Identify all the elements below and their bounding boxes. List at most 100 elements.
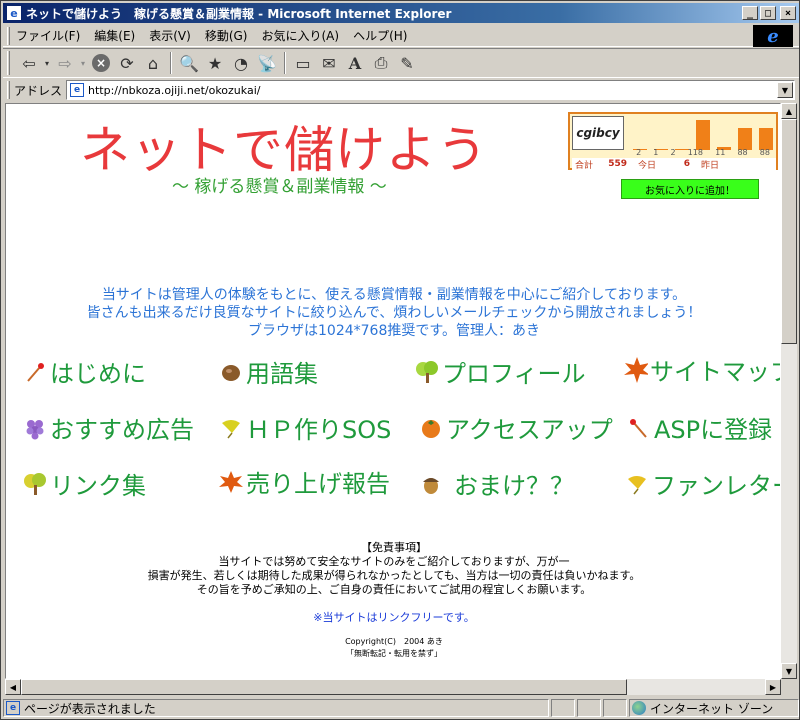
address-input[interactable]: e http://nbkoza.ojiji.net/okozukai/ ▼ — [66, 80, 795, 100]
toolbar-separator — [170, 52, 172, 74]
nav-links[interactable]: リンク集 — [22, 466, 146, 501]
menu-go[interactable]: 移動(G) — [205, 27, 248, 44]
fullscreen-icon[interactable]: ▭ — [290, 51, 316, 75]
mail-icon[interactable]: ✉ — [316, 51, 342, 75]
ie-page-icon: e — [6, 5, 22, 21]
nav-yougoshu[interactable]: 用語集 — [218, 354, 318, 389]
refresh-icon[interactable]: ⟳ — [114, 51, 140, 75]
nav-label: ＨＰ作りSOS — [246, 416, 392, 444]
title-bar: e ネットで儲けよう 稼げる懸賞＆副業情報 - Microsoft Intern… — [3, 3, 799, 23]
counter-today-label: 今日 — [638, 160, 657, 171]
access-counter[interactable]: cgibcy 2 1 2 118 11 88 88 合計 559 今日 6 昨日 — [568, 112, 778, 171]
ie-logo-icon: e — [753, 25, 793, 47]
history-icon[interactable]: ◔ — [228, 51, 254, 75]
address-grip[interactable] — [7, 81, 10, 99]
address-url[interactable]: http://nbkoza.ojiji.net/okozukai/ — [88, 84, 777, 97]
toolbar: ⇦ ▾ ⇨ ▾ × ⟳ ⌂ 🔍 ★ ◔ 📡 ▭ ✉ A ⎙ ✎ — [3, 48, 799, 78]
maximize-button[interactable]: □ — [760, 6, 776, 20]
menu-favorites[interactable]: お気に入り(A) — [261, 27, 339, 44]
close-button[interactable]: × — [780, 6, 796, 20]
menu-bar: ファイル(F) 編集(E) 表示(V) 移動(G) お気に入り(A) ヘルプ(H… — [3, 25, 799, 47]
status-text: ページが表示されました — [24, 701, 156, 716]
disclaimer: 【免責事項】 当サイトでは努めて安全なサイトのみをご紹介しておりますが、万が一 … — [6, 541, 780, 597]
disclaimer-line: 当サイトでは努めて安全なサイトのみをご紹介しておりますが、万が一 — [218, 555, 570, 568]
ginkgo-leaf-icon — [624, 471, 650, 497]
tree-icon — [414, 359, 440, 385]
menu-grip[interactable] — [7, 26, 10, 45]
add-favorite-button[interactable]: お気に入りに追加！ — [621, 179, 759, 199]
menu-edit[interactable]: 編集(E) — [94, 27, 135, 44]
counter-logo: cgibcy — [572, 116, 624, 150]
menu-file[interactable]: ファイル(F) — [16, 27, 80, 44]
counter-day-number: 11 — [715, 148, 726, 157]
nav-access-up[interactable]: アクセスアップ — [418, 410, 613, 445]
security-zone: インターネット ゾーン — [629, 699, 799, 717]
counter-total-value: 559 — [608, 159, 628, 169]
counter-day-number: 2 — [636, 148, 642, 157]
scroll-left-icon[interactable]: ◀ — [5, 679, 21, 695]
copyright-line: Copyright(C) 2004 あき — [345, 637, 443, 646]
menu-help[interactable]: ヘルプ(H) — [353, 27, 407, 44]
scroll-right-icon[interactable]: ▶ — [765, 679, 781, 695]
grapes-icon — [22, 415, 48, 441]
matchstick-icon — [22, 359, 48, 385]
globe-icon — [632, 701, 646, 715]
counter-day-number: 1 — [653, 148, 659, 157]
font-icon[interactable]: A — [342, 51, 368, 75]
back-dropdown-icon[interactable]: ▾ — [42, 51, 52, 75]
persimmon-icon — [418, 415, 444, 441]
nav-hajimeni[interactable]: はじめに — [22, 354, 146, 389]
toolbar-grip[interactable] — [7, 51, 10, 75]
nav-omake[interactable]: おまけ？？ — [418, 466, 574, 501]
nav-fanletter[interactable]: ファンレター — [624, 466, 780, 501]
nav-hp-sos[interactable]: ＨＰ作りSOS — [218, 410, 391, 445]
channels-icon[interactable]: 📡 — [254, 51, 280, 75]
print-icon[interactable]: ⎙ — [368, 51, 394, 75]
counter-total-label: 合計 — [575, 160, 594, 171]
minimize-button[interactable]: _ — [742, 6, 758, 20]
vertical-scrollbar[interactable]: ▲ ▼ — [781, 103, 797, 679]
nav-osusume[interactable]: おすすめ広告 — [22, 410, 194, 445]
scroll-corner — [781, 679, 797, 695]
nav-sales-report[interactable]: 売り上げ報告 — [218, 464, 390, 499]
forward-dropdown-icon[interactable]: ▾ — [78, 51, 88, 75]
address-dropdown-icon[interactable]: ▼ — [777, 82, 793, 98]
edit-icon[interactable]: ✎ — [394, 51, 420, 75]
nav-label: リンク集 — [50, 472, 146, 500]
nav-label: アクセスアップ — [446, 416, 613, 444]
status-bar: e ページが表示されました インターネット ゾーン — [3, 698, 799, 718]
nav-sitemap[interactable]: サイトマップ — [622, 352, 781, 387]
status-message: e ページが表示されました — [3, 699, 549, 717]
horizontal-scrollbar[interactable]: ◀ ▶ — [5, 679, 781, 695]
nav-label: 売り上げ報告 — [246, 470, 390, 498]
counter-yesterday-label: 昨日 — [701, 160, 720, 171]
intro-line: ブラウザは1024*768推奨です。管理人：あき — [248, 323, 540, 339]
nav-label: プロフィール — [442, 360, 586, 388]
intro-line: 当サイトは管理人の体験をもとに、使える懸賞情報・副業情報を中心にご紹介しておりま… — [101, 287, 687, 303]
intro-text: 当サイトは管理人の体験をもとに、使える懸賞情報・副業情報を中心にご紹介しておりま… — [6, 286, 780, 340]
counter-day-number: 88 — [737, 148, 748, 157]
nav-label: おすすめ広告 — [50, 416, 194, 444]
vertical-scroll-thumb[interactable] — [781, 119, 797, 344]
nav-profile[interactable]: プロフィール — [414, 354, 586, 389]
search-icon[interactable]: 🔍 — [176, 51, 202, 75]
zone-text: インターネット ゾーン — [650, 701, 774, 716]
tree-icon — [22, 471, 48, 497]
address-bar: アドレス e http://nbkoza.ojiji.net/okozukai/… — [3, 79, 799, 101]
scroll-up-icon[interactable]: ▲ — [781, 103, 797, 119]
home-icon[interactable]: ⌂ — [140, 51, 166, 75]
menu-view[interactable]: 表示(V) — [149, 27, 191, 44]
disclaimer-line: その旨を予めご承知の上、ご自身の責任においてご試用の程宜しくお願います。 — [196, 583, 592, 596]
nav-label: サイトマップ — [650, 358, 781, 386]
horizontal-scroll-thumb[interactable] — [21, 679, 627, 695]
nav-asp[interactable]: ASPに登録 — [626, 410, 772, 445]
intro-line: 皆さんも出来るだけ良質なサイトに絞り込んで、煩わしいメールチェックから開放されま… — [86, 305, 702, 321]
scroll-down-icon[interactable]: ▼ — [781, 663, 797, 679]
nut-icon — [218, 359, 244, 385]
favorites-icon[interactable]: ★ — [202, 51, 228, 75]
disclaimer-heading: 【免責事項】 — [361, 541, 427, 554]
stop-icon[interactable]: × — [88, 51, 114, 75]
page-done-icon: e — [6, 701, 20, 715]
forward-icon[interactable]: ⇨ — [52, 51, 78, 75]
back-icon[interactable]: ⇦ — [16, 51, 42, 75]
